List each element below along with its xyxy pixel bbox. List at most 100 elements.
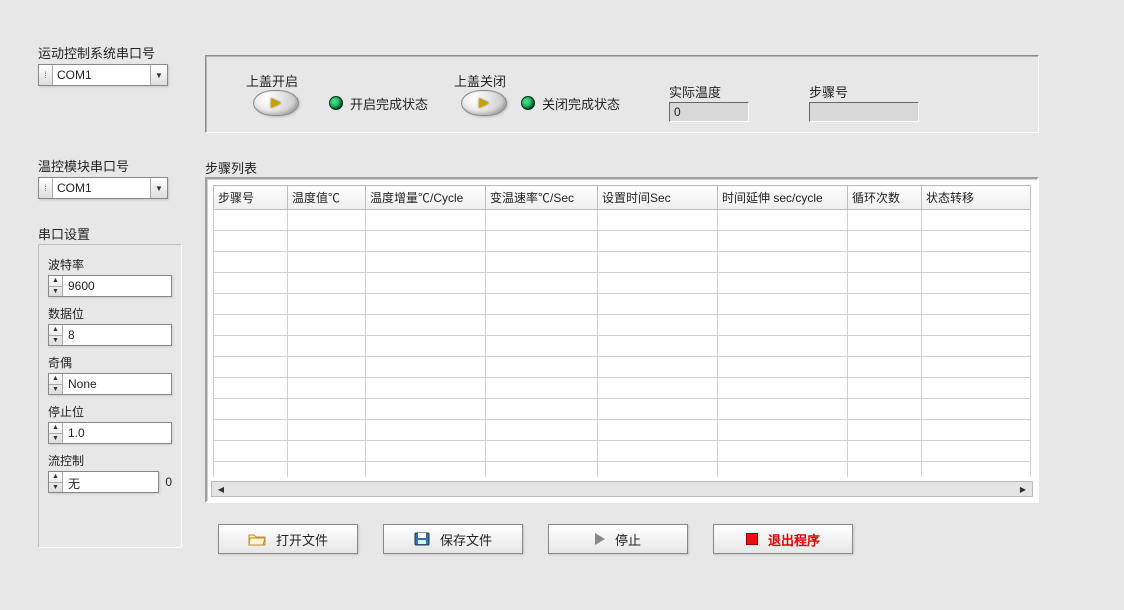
table-cell[interactable] — [922, 252, 1031, 273]
table-cell[interactable] — [486, 315, 598, 336]
databits-input[interactable]: ▲▼ 8 — [48, 324, 172, 346]
table-cell[interactable] — [922, 399, 1031, 420]
table-row[interactable] — [214, 273, 1031, 294]
table-cell[interactable] — [486, 399, 598, 420]
table-cell[interactable] — [598, 378, 718, 399]
chevron-down-icon[interactable]: ▼ — [151, 178, 167, 198]
table-cell[interactable] — [288, 357, 366, 378]
table-header[interactable]: 状态转移 — [922, 186, 1031, 210]
table-cell[interactable] — [598, 210, 718, 231]
table-cell[interactable] — [718, 462, 848, 478]
table-cell[interactable] — [922, 315, 1031, 336]
table-cell[interactable] — [848, 336, 922, 357]
table-row[interactable] — [214, 210, 1031, 231]
table-header[interactable]: 温度值℃ — [288, 186, 366, 210]
baud-input[interactable]: ▲▼ 9600 — [48, 275, 172, 297]
table-cell[interactable] — [718, 420, 848, 441]
table-header[interactable]: 时间延伸 sec/cycle — [718, 186, 848, 210]
spin-down-icon[interactable]: ▼ — [49, 385, 62, 395]
table-cell[interactable] — [288, 294, 366, 315]
table-cell[interactable] — [288, 315, 366, 336]
table-cell[interactable] — [288, 420, 366, 441]
spin-up-icon[interactable]: ▲ — [49, 276, 62, 287]
table-cell[interactable] — [486, 273, 598, 294]
table-cell[interactable] — [288, 378, 366, 399]
table-cell[interactable] — [848, 252, 922, 273]
table-cell[interactable] — [366, 294, 486, 315]
table-row[interactable] — [214, 378, 1031, 399]
table-cell[interactable] — [288, 252, 366, 273]
table-cell[interactable] — [366, 399, 486, 420]
table-cell[interactable] — [486, 252, 598, 273]
table-cell[interactable] — [598, 315, 718, 336]
table-cell[interactable] — [922, 420, 1031, 441]
spin-down-icon[interactable]: ▼ — [49, 483, 62, 493]
table-cell[interactable] — [718, 315, 848, 336]
chevron-down-icon[interactable]: ▼ — [151, 65, 167, 85]
table-cell[interactable] — [214, 336, 288, 357]
table-cell[interactable] — [848, 357, 922, 378]
table-cell[interactable] — [486, 294, 598, 315]
table-cell[interactable] — [366, 462, 486, 478]
table-cell[interactable] — [486, 420, 598, 441]
table-cell[interactable] — [366, 252, 486, 273]
table-cell[interactable] — [288, 399, 366, 420]
table-row[interactable] — [214, 294, 1031, 315]
table-row[interactable] — [214, 315, 1031, 336]
table-row[interactable] — [214, 420, 1031, 441]
table-cell[interactable] — [922, 231, 1031, 252]
table-row[interactable] — [214, 231, 1031, 252]
table-header[interactable]: 变温速率℃/Sec — [486, 186, 598, 210]
table-cell[interactable] — [922, 210, 1031, 231]
spin-up-icon[interactable]: ▲ — [49, 423, 62, 434]
save-file-button[interactable]: 保存文件 — [383, 524, 523, 554]
exit-button[interactable]: 退出程序 — [713, 524, 853, 554]
spin-up-icon[interactable]: ▲ — [49, 374, 62, 385]
table-cell[interactable] — [366, 441, 486, 462]
table-cell[interactable] — [288, 462, 366, 478]
table-cell[interactable] — [598, 231, 718, 252]
table-cell[interactable] — [486, 231, 598, 252]
table-cell[interactable] — [288, 336, 366, 357]
step-table[interactable]: 步骤号温度值℃温度增量℃/Cycle变温速率℃/Sec设置时间Sec时间延伸 s… — [213, 185, 1031, 477]
table-cell[interactable] — [922, 378, 1031, 399]
scroll-left-icon[interactable]: ◀ — [214, 483, 228, 495]
table-cell[interactable] — [214, 441, 288, 462]
table-cell[interactable] — [598, 252, 718, 273]
motion-port-combo[interactable]: ⁞ COM1 ▼ — [38, 64, 168, 86]
table-cell[interactable] — [214, 420, 288, 441]
table-cell[interactable] — [214, 273, 288, 294]
table-cell[interactable] — [486, 441, 598, 462]
table-cell[interactable] — [848, 378, 922, 399]
table-cell[interactable] — [718, 273, 848, 294]
table-cell[interactable] — [486, 210, 598, 231]
table-header[interactable]: 设置时间Sec — [598, 186, 718, 210]
table-cell[interactable] — [366, 231, 486, 252]
table-cell[interactable] — [214, 294, 288, 315]
table-cell[interactable] — [848, 420, 922, 441]
table-cell[interactable] — [718, 399, 848, 420]
open-file-button[interactable]: 打开文件 — [218, 524, 358, 554]
table-cell[interactable] — [598, 336, 718, 357]
table-cell[interactable] — [288, 210, 366, 231]
spin-up-icon[interactable]: ▲ — [49, 472, 62, 483]
table-cell[interactable] — [366, 357, 486, 378]
table-row[interactable] — [214, 462, 1031, 478]
table-cell[interactable] — [288, 441, 366, 462]
table-cell[interactable] — [214, 231, 288, 252]
table-cell[interactable] — [848, 462, 922, 478]
table-cell[interactable] — [598, 441, 718, 462]
table-cell[interactable] — [922, 294, 1031, 315]
table-cell[interactable] — [922, 441, 1031, 462]
table-cell[interactable] — [598, 462, 718, 478]
table-cell[interactable] — [214, 378, 288, 399]
table-cell[interactable] — [214, 315, 288, 336]
temp-port-combo[interactable]: ⁞ COM1 ▼ — [38, 177, 168, 199]
table-cell[interactable] — [848, 294, 922, 315]
table-cell[interactable] — [366, 420, 486, 441]
table-cell[interactable] — [214, 399, 288, 420]
table-cell[interactable] — [922, 273, 1031, 294]
table-cell[interactable] — [366, 336, 486, 357]
table-cell[interactable] — [718, 231, 848, 252]
table-cell[interactable] — [718, 336, 848, 357]
